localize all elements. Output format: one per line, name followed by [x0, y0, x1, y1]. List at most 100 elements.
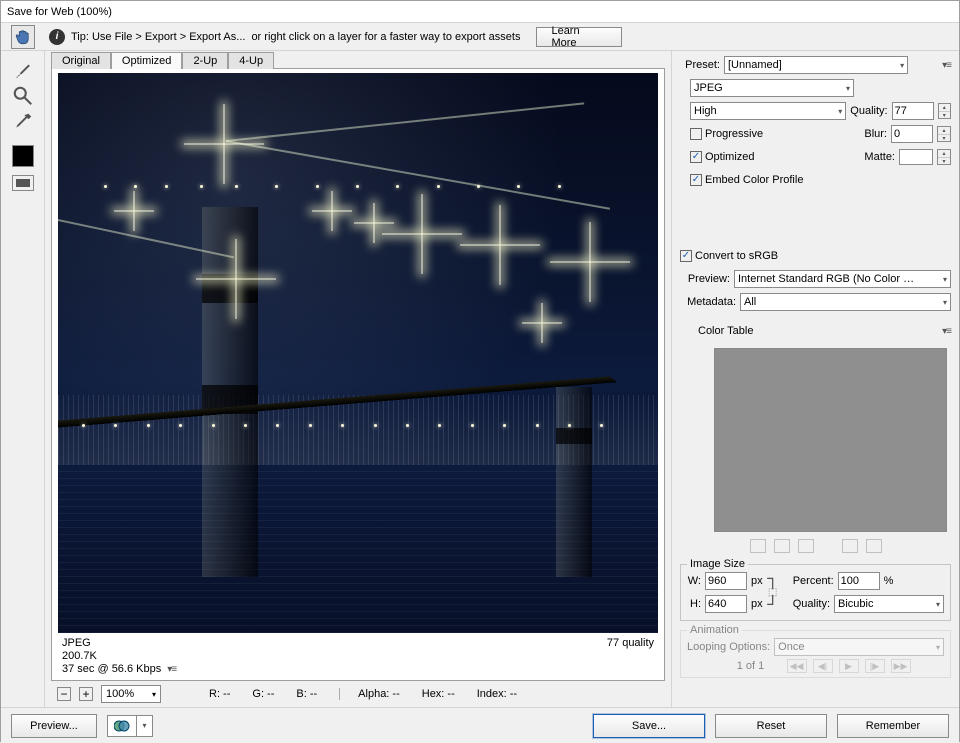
tip-text-a: Tip: Use File > Export > Export As...: [71, 31, 245, 43]
center-panel: Original Optimized 2-Up 4-Up: [45, 51, 671, 707]
width-label: W:: [687, 575, 701, 587]
preview-tabs: Original Optimized 2-Up 4-Up: [51, 51, 665, 68]
tab-original[interactable]: Original: [51, 52, 111, 69]
readout-b: B: --: [296, 688, 317, 700]
animation-group: Animation Looping Options: Once▾ 1 of 1 …: [680, 630, 951, 678]
color-readouts: R: -- G: -- B: -- Alpha: -- Hex: -- Inde…: [209, 688, 517, 700]
tab-4up[interactable]: 4-Up: [228, 52, 274, 69]
height-input[interactable]: [705, 595, 747, 613]
blur-label: Blur:: [864, 128, 887, 140]
looping-select: Once▾: [774, 638, 944, 656]
ct-tool-3: [798, 539, 814, 553]
preset-select[interactable]: [Unnamed]▾: [724, 56, 908, 74]
blur-input[interactable]: [891, 125, 933, 143]
preview-info: JPEG 200.7K 37 sec @ 56.6 Kbps ▾≡ 77 qua…: [56, 633, 660, 676]
preset-menu-icon[interactable]: ▾≡: [942, 60, 951, 71]
footer: Preview... ▾ Save... Reset Remember: [1, 707, 959, 743]
width-input[interactable]: [705, 572, 747, 590]
preview-profile-select[interactable]: Internet Standard RGB (No Color Manag...…: [734, 270, 951, 288]
zoom-bar: − + 100%▾ R: -- G: -- B: -- Alpha: -- He…: [51, 681, 665, 707]
preset-label: Preset:: [680, 59, 720, 71]
blur-stepper[interactable]: ▴▾: [937, 126, 951, 142]
preview-button[interactable]: Preview...: [11, 714, 97, 738]
metadata-select[interactable]: All▾: [740, 293, 951, 311]
colortable-menu-icon[interactable]: ▾≡: [942, 326, 951, 337]
anim-first-button: ◀◀: [787, 659, 807, 673]
tip-text-b: or right click on a layer for a faster w…: [251, 31, 520, 43]
info-icon: i: [49, 29, 65, 45]
tab-2up[interactable]: 2-Up: [182, 52, 228, 69]
colortable-title: Color Table: [698, 325, 753, 337]
slice-visibility-toggle[interactable]: [12, 175, 34, 191]
width-unit: px: [751, 575, 763, 587]
anim-prev-button: ◀|: [813, 659, 833, 673]
preview-profile-label: Preview:: [680, 273, 730, 285]
metadata-label: Metadata:: [680, 296, 736, 308]
tip-bar: i Tip: Use File > Export > Export As... …: [1, 23, 959, 51]
info-menu-icon[interactable]: ▾≡: [167, 663, 176, 676]
zoom-in-button[interactable]: +: [79, 687, 93, 701]
ct-tool-5: [866, 539, 882, 553]
save-button[interactable]: Save...: [593, 714, 705, 738]
link-bracket-top: ┐: [767, 574, 778, 586]
matte-stepper[interactable]: ▴▾: [937, 149, 951, 165]
browser-preview-dropdown[interactable]: ▾: [137, 715, 153, 737]
quality-label: Quality:: [850, 105, 887, 117]
resample-quality-label: Quality:: [793, 598, 830, 610]
foreground-color-swatch[interactable]: [12, 145, 34, 167]
window-title: Save for Web (100%): [7, 6, 112, 18]
zoom-out-button[interactable]: −: [57, 687, 71, 701]
image-size-title: Image Size: [687, 558, 748, 570]
readout-alpha: Alpha: --: [339, 688, 400, 700]
ct-tool-1: [750, 539, 766, 553]
zoom-tool[interactable]: [12, 85, 34, 107]
anim-last-button: ▶▶: [891, 659, 911, 673]
info-time: 37 sec @ 56.6 Kbps: [62, 663, 161, 676]
color-table[interactable]: [714, 348, 947, 532]
readout-r: R: --: [209, 688, 230, 700]
convert-srgb-checkbox[interactable]: Convert to sRGB: [680, 250, 778, 262]
preview-image[interactable]: [58, 73, 658, 633]
learn-more-button[interactable]: Learn More: [536, 27, 622, 47]
resample-quality-select[interactable]: Bicubic▾: [834, 595, 944, 613]
ct-tool-4: [842, 539, 858, 553]
info-quality: 77 quality: [607, 637, 654, 649]
quality-input[interactable]: [892, 102, 934, 120]
matte-label: Matte:: [864, 151, 895, 163]
link-bracket-bottom: ┘: [767, 600, 778, 612]
progressive-checkbox[interactable]: Progressive: [690, 128, 763, 140]
tool-column: [1, 51, 45, 707]
anim-play-button: ▶: [839, 659, 859, 673]
optimized-checkbox[interactable]: Optimized: [690, 151, 755, 163]
browser-preview-icon[interactable]: [107, 715, 137, 737]
ct-tool-2: [774, 539, 790, 553]
frame-indicator: 1 of 1: [721, 660, 781, 672]
titlebar: Save for Web (100%): [1, 1, 959, 23]
zoom-select[interactable]: 100%▾: [101, 685, 161, 703]
brush-tool[interactable]: [12, 59, 34, 81]
hand-tool-button[interactable]: [11, 25, 35, 49]
info-size: 200.7K: [62, 650, 176, 663]
preview-frame: JPEG 200.7K 37 sec @ 56.6 Kbps ▾≡ 77 qua…: [51, 68, 665, 681]
percent-unit: %: [884, 575, 894, 587]
anim-next-button: |▶: [865, 659, 885, 673]
reset-button[interactable]: Reset: [715, 714, 827, 738]
tab-optimized[interactable]: Optimized: [111, 52, 183, 69]
readout-hex: Hex: --: [422, 688, 455, 700]
eyedropper-tool[interactable]: [12, 111, 34, 133]
quality-preset-select[interactable]: High▾: [690, 102, 846, 120]
height-label: H:: [687, 598, 701, 610]
readout-g: G: --: [252, 688, 274, 700]
percent-label: Percent:: [793, 575, 834, 587]
format-select[interactable]: JPEG▾: [690, 79, 854, 97]
animation-title: Animation: [687, 624, 742, 636]
quality-stepper[interactable]: ▴▾: [938, 103, 951, 119]
colortable-tools: [680, 537, 951, 555]
height-unit: px: [751, 598, 763, 610]
embed-profile-checkbox[interactable]: Embed Color Profile: [690, 174, 803, 186]
settings-panel: Preset: [Unnamed]▾ ▾≡ JPEG▾ High▾ Qualit…: [671, 51, 959, 707]
matte-swatch[interactable]: [899, 149, 933, 165]
looping-label: Looping Options:: [687, 641, 770, 653]
percent-input[interactable]: [838, 572, 880, 590]
remember-button[interactable]: Remember: [837, 714, 949, 738]
